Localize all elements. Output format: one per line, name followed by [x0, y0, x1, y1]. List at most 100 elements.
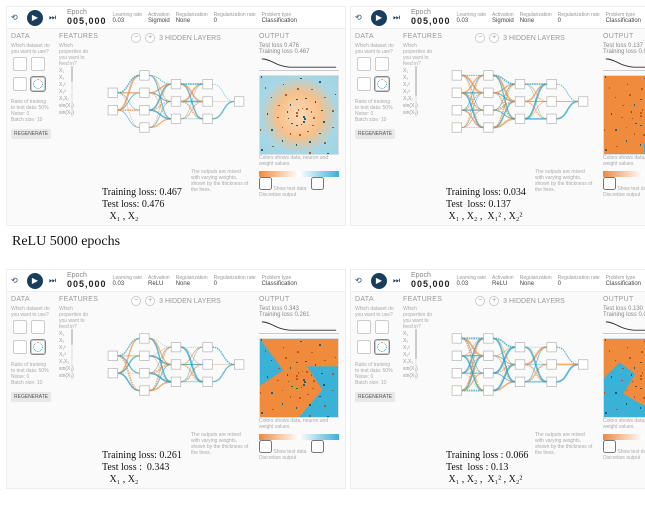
- neuron[interactable]: [484, 71, 493, 80]
- hyperparam-regr[interactable]: Regularization rate0: [558, 275, 600, 287]
- neuron[interactable]: [547, 342, 556, 351]
- neuron[interactable]: [515, 79, 524, 88]
- neuron[interactable]: [578, 360, 587, 369]
- neuron[interactable]: [108, 351, 117, 360]
- neuron[interactable]: [547, 377, 556, 386]
- add-layer-button[interactable]: +: [145, 296, 155, 306]
- feature-toggle[interactable]: X₁: [59, 67, 93, 74]
- neuron[interactable]: [140, 334, 149, 343]
- feature-box[interactable]: [415, 371, 417, 380]
- remove-layer-button[interactable]: −: [475, 296, 485, 306]
- hyperparam-lr[interactable]: Learning rate0.03: [113, 275, 142, 287]
- feature-box[interactable]: [71, 371, 73, 380]
- step-icon[interactable]: ⏭: [49, 276, 59, 286]
- dataset-spiral[interactable]: [375, 340, 389, 354]
- neuron[interactable]: [203, 360, 212, 369]
- neuron[interactable]: [452, 334, 461, 343]
- neuron[interactable]: [484, 88, 493, 97]
- neuron[interactable]: [484, 105, 493, 114]
- hyperparam-lr[interactable]: Learning rate0.03: [457, 12, 486, 24]
- feature-toggle[interactable]: sin(X₁): [403, 365, 437, 372]
- add-layer-button[interactable]: +: [489, 296, 499, 306]
- feature-toggle[interactable]: sin(X₂): [403, 109, 437, 116]
- step-icon[interactable]: ⏭: [49, 13, 59, 23]
- hyperparam-regr[interactable]: Regularization rate0: [214, 275, 256, 287]
- dataset-gauss[interactable]: [13, 340, 27, 354]
- regenerate-button[interactable]: REGENERATE: [355, 129, 395, 139]
- feature-toggle[interactable]: X₂: [59, 337, 93, 344]
- hyperparam-act[interactable]: ActivationReLU: [492, 275, 514, 287]
- neuron[interactable]: [140, 105, 149, 114]
- hyperparam-regr[interactable]: Regularization rate0: [558, 12, 600, 24]
- neuron[interactable]: [203, 79, 212, 88]
- neuron[interactable]: [547, 97, 556, 106]
- neuron[interactable]: [203, 114, 212, 123]
- hyperparam-reg[interactable]: RegularizationNone: [520, 12, 552, 24]
- feature-toggle[interactable]: X₂: [403, 74, 437, 81]
- neuron[interactable]: [171, 342, 180, 351]
- show-test-checkbox[interactable]: [259, 177, 272, 190]
- show-test-checkbox[interactable]: [259, 440, 272, 453]
- neuron[interactable]: [108, 105, 117, 114]
- neuron[interactable]: [547, 114, 556, 123]
- neuron[interactable]: [171, 377, 180, 386]
- neuron[interactable]: [108, 88, 117, 97]
- neuron[interactable]: [515, 97, 524, 106]
- feature-toggle[interactable]: X₁²: [59, 81, 93, 88]
- feature-toggle[interactable]: sin(X₁): [59, 102, 93, 109]
- show-test-checkbox[interactable]: [603, 440, 616, 453]
- regenerate-button[interactable]: REGENERATE: [355, 392, 395, 402]
- feature-toggle[interactable]: sin(X₂): [59, 109, 93, 116]
- reset-icon[interactable]: ⟲: [11, 13, 21, 23]
- reset-icon[interactable]: ⟲: [355, 13, 365, 23]
- dataset-xor[interactable]: [31, 57, 45, 71]
- neuron[interactable]: [203, 97, 212, 106]
- hyperparam-prob[interactable]: Problem typeClassification: [262, 275, 297, 287]
- hyperparam-act[interactable]: ActivationSigmoid: [492, 12, 514, 24]
- neuron[interactable]: [171, 114, 180, 123]
- neuron[interactable]: [140, 351, 149, 360]
- hyperparam-act[interactable]: ActivationSigmoid: [148, 12, 170, 24]
- feature-toggle[interactable]: X₂²: [59, 351, 93, 358]
- neuron[interactable]: [140, 71, 149, 80]
- hyperparam-reg[interactable]: RegularizationNone: [176, 12, 208, 24]
- neuron[interactable]: [234, 360, 243, 369]
- feature-toggle[interactable]: X₁: [59, 330, 93, 337]
- neuron[interactable]: [484, 368, 493, 377]
- neuron[interactable]: [171, 79, 180, 88]
- feature-toggle[interactable]: X₂²: [403, 351, 437, 358]
- neuron[interactable]: [140, 123, 149, 132]
- neuron[interactable]: [484, 386, 493, 395]
- hyperparam-act[interactable]: ActivationReLU: [148, 275, 170, 287]
- dataset-circle[interactable]: [357, 57, 371, 71]
- hyperparam-reg[interactable]: RegularizationNone: [520, 275, 552, 287]
- dataset-xor[interactable]: [375, 57, 389, 71]
- neuron[interactable]: [452, 386, 461, 395]
- dataset-gauss[interactable]: [357, 340, 371, 354]
- feature-toggle[interactable]: sin(X₂): [59, 372, 93, 379]
- feature-toggle[interactable]: X₂: [59, 74, 93, 81]
- neuron[interactable]: [203, 342, 212, 351]
- neuron[interactable]: [515, 377, 524, 386]
- step-icon[interactable]: ⏭: [393, 276, 403, 286]
- dataset-spiral[interactable]: [31, 340, 45, 354]
- feature-toggle[interactable]: sin(X₂): [403, 372, 437, 379]
- neuron[interactable]: [108, 368, 117, 377]
- neuron[interactable]: [140, 386, 149, 395]
- dataset-xor[interactable]: [375, 320, 389, 334]
- feature-toggle[interactable]: X₂: [403, 337, 437, 344]
- neuron[interactable]: [452, 105, 461, 114]
- hyperparam-prob[interactable]: Problem typeClassification: [606, 12, 641, 24]
- neuron[interactable]: [484, 123, 493, 132]
- neuron[interactable]: [203, 377, 212, 386]
- neuron[interactable]: [515, 360, 524, 369]
- neuron[interactable]: [140, 88, 149, 97]
- neuron[interactable]: [452, 88, 461, 97]
- reset-icon[interactable]: ⟲: [355, 276, 365, 286]
- feature-toggle[interactable]: X₁: [403, 67, 437, 74]
- feature-toggle[interactable]: X₁X₂: [59, 95, 93, 102]
- remove-layer-button[interactable]: −: [475, 33, 485, 43]
- dataset-xor[interactable]: [31, 320, 45, 334]
- remove-layer-button[interactable]: −: [131, 296, 141, 306]
- feature-toggle[interactable]: X₁X₂: [403, 358, 437, 365]
